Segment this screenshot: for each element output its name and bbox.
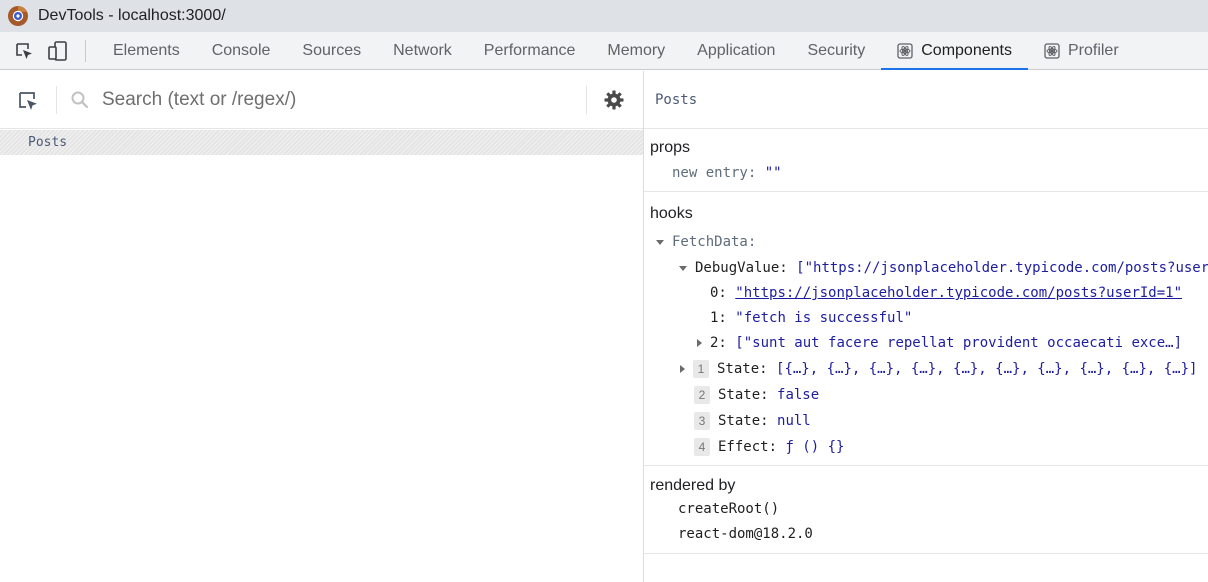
hook-index-badge: 1	[693, 360, 709, 378]
expand-arrow-icon[interactable]	[697, 339, 702, 347]
hook-key: State:	[718, 413, 769, 429]
tab-security[interactable]: Security	[791, 32, 881, 69]
device-toolbar-icon	[48, 40, 67, 61]
device-toolbar-button[interactable]	[41, 32, 75, 69]
gear-icon	[604, 90, 624, 110]
toolbar-divider	[85, 39, 86, 62]
react-icon	[1044, 42, 1060, 59]
hook-index-badge: 4	[694, 438, 710, 456]
react-icon	[897, 42, 913, 59]
inspect-element-icon	[16, 42, 32, 59]
selected-component-name: Posts	[655, 92, 698, 108]
tab-label: Performance	[483, 41, 576, 59]
prop-row[interactable]: new entry: ""	[672, 165, 782, 181]
debug-item-link[interactable]: "https://jsonplaceholder.typicode.com/po…	[735, 285, 1182, 301]
hook-key: State:	[718, 387, 769, 403]
debug-item-row[interactable]: 1: "fetch is successful"	[710, 310, 912, 326]
tab-label: Application	[697, 41, 776, 59]
search-divider	[56, 86, 57, 114]
tab-sources[interactable]: Sources	[286, 32, 377, 69]
prop-colon: :	[747, 165, 765, 181]
expand-arrow-icon[interactable]	[679, 265, 687, 271]
rendered-by-section-title: rendered by	[650, 477, 736, 494]
debug-item-index: 1:	[710, 310, 727, 326]
tab-label: Console	[211, 41, 271, 59]
devtools-tab-strip: Elements Console Sources Network Perform…	[0, 32, 1208, 70]
tab-elements[interactable]: Elements	[97, 32, 196, 69]
component-inspector-panel: Posts props new entry: "" hooks FetchDat…	[644, 71, 1208, 582]
hook-key: Effect:	[718, 439, 778, 455]
expand-arrow-icon[interactable]	[680, 365, 685, 373]
tree-item-label: Posts	[28, 135, 68, 150]
debug-item-index: 0:	[710, 285, 727, 301]
rendered-by-item: react-dom@18.2.0	[678, 526, 813, 542]
section-divider	[644, 553, 1208, 554]
select-element-icon	[19, 92, 37, 110]
hook-key: DebugValue:	[695, 260, 788, 276]
section-divider	[644, 465, 1208, 466]
hook-value: ["https://jsonplaceholder.typicode.com/p…	[796, 260, 1208, 276]
title-bar: DevTools - localhost:3000/	[0, 0, 1208, 32]
tab-label: Sources	[302, 41, 362, 59]
hook-name: FetchData:	[672, 234, 757, 250]
window-title: DevTools - localhost:3000/	[38, 7, 226, 24]
tab-label: Elements	[113, 41, 180, 59]
hook-row-effect[interactable]: 4 Effect: ƒ () {}	[694, 438, 844, 456]
tab-label: Memory	[607, 41, 666, 59]
prop-key: new entry	[672, 165, 748, 181]
prop-value[interactable]: ""	[765, 165, 782, 181]
component-search-input[interactable]	[96, 84, 566, 116]
tab-profiler[interactable]: Profiler	[1028, 32, 1135, 69]
section-divider	[644, 191, 1208, 192]
tab-network[interactable]: Network	[377, 32, 468, 69]
hook-row-debugvalue[interactable]: DebugValue: ["https://jsonplaceholder.ty…	[679, 260, 1208, 276]
inspector-header: Posts	[644, 71, 1208, 129]
rendered-by-item: createRoot()	[678, 501, 780, 517]
hook-row-state[interactable]: 3 State: null	[694, 412, 811, 430]
tree-search-bar	[0, 71, 643, 129]
hooks-section-title: hooks	[650, 205, 693, 222]
tab-label: Network	[393, 41, 452, 59]
debug-item-index: 2:	[710, 335, 727, 351]
tree-item-posts[interactable]: Posts	[0, 130, 643, 155]
hook-value: ƒ () {}	[785, 439, 845, 455]
props-section-title: props	[650, 139, 691, 156]
tab-label: Components	[921, 41, 1012, 59]
debug-item-value: ["sunt aut facere repellat provident occ…	[735, 335, 1183, 351]
hook-row-state[interactable]: 1 State: [{…}, {…}, {…}, {…}, {…}, {…}, {…	[680, 360, 1197, 378]
tab-memory[interactable]: Memory	[591, 32, 681, 69]
hook-row-state[interactable]: 2 State: false	[694, 386, 819, 404]
hook-row-fetchdata[interactable]: FetchData:	[656, 234, 756, 250]
tab-performance[interactable]: Performance	[468, 32, 592, 69]
hook-key: State:	[717, 361, 768, 377]
hook-index-badge: 2	[694, 386, 710, 404]
chrome-devtools-logo-icon	[8, 6, 28, 26]
settings-button[interactable]	[603, 89, 625, 116]
tab-label: Security	[807, 41, 866, 59]
tab-application[interactable]: Application	[681, 32, 791, 69]
hook-value[interactable]: null	[777, 413, 811, 429]
tab-components[interactable]: Components	[881, 32, 1028, 70]
debug-item-value: "fetch is successful"	[735, 310, 913, 326]
debug-item-row[interactable]: 0: "https://jsonplaceholder.typicode.com…	[710, 285, 1182, 301]
hook-value[interactable]: false	[777, 387, 819, 403]
search-divider	[586, 86, 587, 114]
search-icon	[71, 91, 89, 109]
component-tree-panel: Posts	[0, 71, 643, 582]
hook-value: [{…}, {…}, {…}, {…}, {…}, {…}, {…}, {…},…	[776, 361, 1198, 377]
debug-item-row[interactable]: 2: ["sunt aut facere repellat provident …	[697, 335, 1182, 351]
hook-index-badge: 3	[694, 412, 710, 430]
select-component-button[interactable]	[17, 90, 39, 117]
inspect-element-button[interactable]	[7, 32, 41, 69]
tab-label: Profiler	[1067, 41, 1119, 59]
tab-console[interactable]: Console	[196, 32, 287, 69]
expand-arrow-icon[interactable]	[656, 239, 664, 245]
